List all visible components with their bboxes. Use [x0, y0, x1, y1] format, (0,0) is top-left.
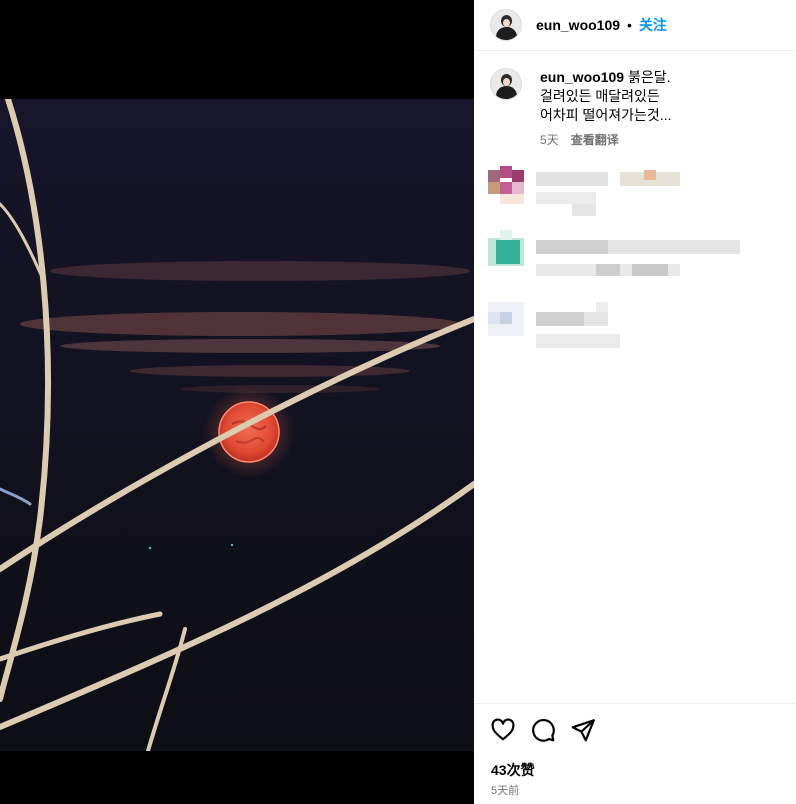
post-header: eun_woo109 • 关注: [474, 0, 796, 51]
heart-icon[interactable]: [490, 717, 516, 743]
username-link[interactable]: eun_woo109: [536, 17, 620, 33]
separator-dot: •: [627, 17, 632, 33]
caption: eun_woo109 붉은달. 걸려있든 매달려있든 어차피 떨어져가는것... …: [490, 68, 780, 148]
caption-age: 5天: [540, 133, 559, 147]
caption-line-1: 붉은달.: [628, 69, 671, 85]
caption-text: eun_woo109 붉은달. 걸려있든 매달려있든 어차피 떨어져가는것...: [540, 68, 671, 125]
side-panel: eun_woo109 • 关注 eun_woo109 붉은달. 걸려있든 매달려있…: [474, 0, 796, 804]
red-moon-photo: [0, 99, 474, 751]
avatar[interactable]: [490, 9, 522, 41]
action-bar: 43次赞 5天前: [474, 703, 796, 797]
translate-button[interactable]: 查看翻译: [571, 131, 619, 148]
post-timestamp[interactable]: 5天前: [491, 782, 519, 798]
caption-line-2: 걸려있든 매달려있든: [540, 88, 660, 104]
post-viewer: eun_woo109 • 关注 eun_woo109 붉은달. 걸려있든 매달려있…: [0, 0, 796, 804]
media-panel: [0, 0, 474, 804]
like-count[interactable]: 43次赞: [491, 760, 535, 780]
share-icon[interactable]: [570, 717, 596, 743]
caption-line-3: 어차피 떨어져가는것...: [540, 107, 672, 123]
follow-button[interactable]: 关注: [639, 15, 667, 35]
caption-meta: 5天 查看翻译: [540, 131, 671, 148]
caption-username[interactable]: eun_woo109: [540, 69, 624, 85]
caption-avatar[interactable]: [490, 68, 522, 100]
comment-icon[interactable]: [530, 717, 556, 743]
post-photo[interactable]: [0, 99, 474, 751]
